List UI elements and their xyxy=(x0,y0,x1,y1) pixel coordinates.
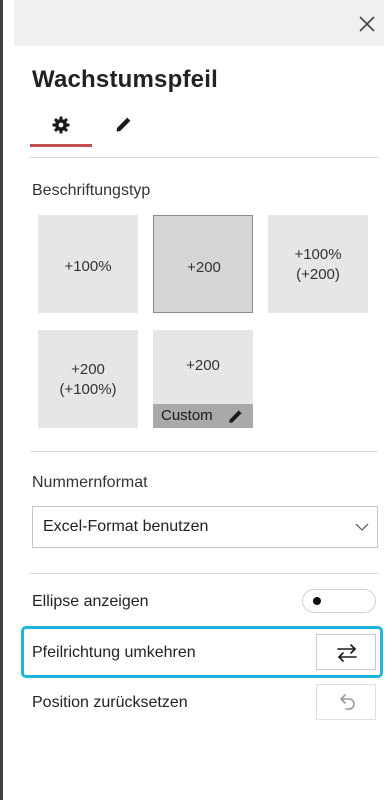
pane-header-bar xyxy=(14,0,388,46)
label-option-text: +100% xyxy=(64,258,112,275)
label-option-absolute[interactable]: +200 xyxy=(153,215,253,313)
pane-title: Wachstumspfeil xyxy=(32,66,218,93)
reverse-direction-button[interactable] xyxy=(316,634,376,670)
swap-arrows-icon xyxy=(337,644,357,662)
close-button[interactable] xyxy=(356,13,378,35)
gear-icon xyxy=(52,116,70,134)
reset-position-button[interactable] xyxy=(316,684,376,720)
undo-icon xyxy=(340,694,355,710)
reverse-direction-label: Pfeilrichtung umkehren xyxy=(32,644,196,661)
label-option-text: +200 xyxy=(186,357,220,374)
tab-settings[interactable] xyxy=(30,110,92,148)
label-option-text: +200 (+100%) xyxy=(59,361,117,398)
show-ellipse-label: Ellipse anzeigen xyxy=(32,593,149,610)
label-option-custom[interactable]: +200 Custom xyxy=(153,330,253,428)
show-ellipse-toggle[interactable] xyxy=(302,589,376,613)
toggle-knob xyxy=(313,597,321,605)
custom-label-bar: Custom xyxy=(153,404,253,428)
label-option-percent-absolute[interactable]: +100% (+200) xyxy=(268,215,368,313)
tab-edit[interactable] xyxy=(92,110,154,148)
section-divider xyxy=(30,451,378,452)
label-option-text: +200 xyxy=(187,259,221,276)
number-format-heading: Nummernformat xyxy=(32,474,148,491)
label-option-text: +100% (+200) xyxy=(294,246,342,283)
number-format-dropdown[interactable]: Excel-Format benutzen xyxy=(32,506,378,548)
label-type-heading: Beschriftungstyp xyxy=(32,182,151,199)
header-divider xyxy=(30,157,378,158)
reset-position-label: Position zurücksetzen xyxy=(32,694,188,711)
label-option-absolute-percent[interactable]: +200 (+100%) xyxy=(38,330,138,428)
window-left-edge xyxy=(0,0,3,800)
pencil-icon xyxy=(229,410,242,423)
number-format-value: Excel-Format benutzen xyxy=(43,518,209,535)
close-icon xyxy=(359,16,375,32)
window-right-edge xyxy=(384,0,388,800)
custom-label: Custom xyxy=(161,407,213,424)
chevron-down-icon xyxy=(355,523,369,531)
section-divider xyxy=(30,573,378,574)
active-tab-indicator xyxy=(30,144,92,147)
pane-tabs xyxy=(30,110,230,150)
window-left-border xyxy=(0,0,3,800)
label-option-percent[interactable]: +100% xyxy=(38,215,138,313)
pencil-icon xyxy=(116,117,131,132)
growth-arrow-pane: Wachstumspfeil Beschriftungstyp +100% +2… xyxy=(14,0,388,800)
